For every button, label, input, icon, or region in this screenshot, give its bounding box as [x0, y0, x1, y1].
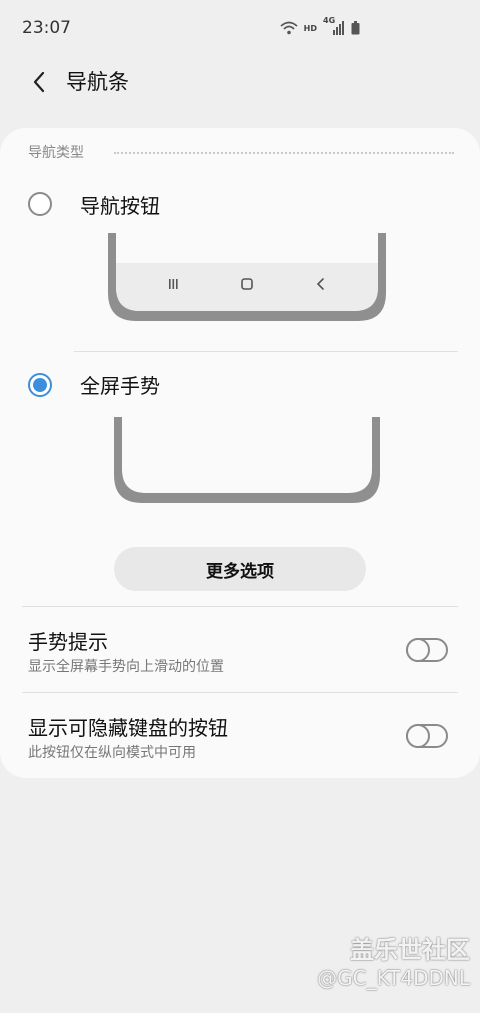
hd-voice-icon: HD: [303, 23, 317, 33]
back-arrow-icon: [33, 71, 45, 93]
toggle-keyboard-button[interactable]: [406, 724, 448, 748]
back-button[interactable]: [24, 66, 54, 98]
gestures-illustration: [114, 417, 380, 503]
status-bar: 23:07 HD 4G: [0, 0, 480, 58]
page-title: 导航条: [66, 70, 129, 94]
status-icons: HD 4G: [280, 16, 360, 38]
setting-subtitle-keyboard-button: 此按钮仅在纵向模式中可用: [28, 745, 196, 761]
signal-icon: 4G: [323, 16, 345, 36]
recent-apps-icon: [169, 279, 178, 289]
radio-nav-buttons[interactable]: [28, 192, 52, 216]
setting-subtitle-gesture-hint: 显示全屏幕手势向上滑动的位置: [28, 659, 224, 675]
section-divider: [114, 152, 454, 154]
status-time: 23:07: [22, 18, 71, 38]
option-divider: [74, 351, 458, 352]
settings-card: 导航类型 导航按钮 全屏手势 更多选项 手势提示 显示全屏幕手势向上滑动的位置 …: [0, 128, 480, 778]
radio-full-screen-gestures[interactable]: [28, 373, 52, 397]
setting-title-gesture-hint: 手势提示: [28, 630, 108, 654]
more-options-button[interactable]: 更多选项: [114, 547, 366, 591]
watermark-title: 盖乐世社区: [350, 936, 470, 964]
option-label-full-screen-gestures: 全屏手势: [80, 374, 160, 398]
toggle-knob: [406, 724, 430, 748]
settings-divider: [22, 606, 458, 607]
setting-title-keyboard-button: 显示可隐藏键盘的按钮: [28, 716, 228, 740]
wifi-icon: [280, 21, 298, 35]
section-header-nav-type: 导航类型: [28, 145, 84, 161]
nav-buttons-illustration: [108, 233, 386, 321]
toggle-gesture-hint[interactable]: [406, 638, 448, 662]
app-bar: 导航条: [0, 58, 480, 106]
watermark-user: @GC_KT4DDNL: [317, 966, 470, 990]
battery-icon: [351, 21, 360, 35]
option-label-nav-buttons: 导航按钮: [80, 194, 160, 218]
toggle-knob: [406, 638, 430, 662]
settings-divider: [22, 692, 458, 693]
